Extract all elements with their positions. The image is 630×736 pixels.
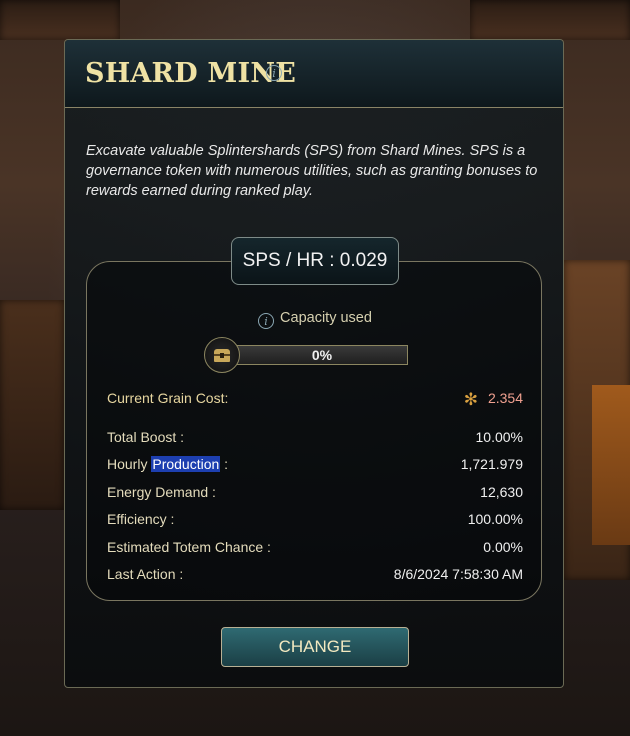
stat-value: 12,630 bbox=[480, 484, 523, 500]
capacity-progress: 0% bbox=[204, 337, 410, 373]
stat-label: Hourly Production : bbox=[107, 456, 229, 472]
panel-description: Excavate valuable Splintershards (SPS) f… bbox=[86, 143, 538, 199]
highlighted-text: Production bbox=[151, 456, 221, 472]
stat-label: Energy Demand : bbox=[107, 484, 216, 500]
panel-title: SHARD MINE bbox=[85, 58, 296, 89]
background-beam-right bbox=[470, 0, 630, 40]
capacity-percent: 0% bbox=[311, 347, 333, 363]
stat-label: Efficiency : bbox=[107, 511, 175, 527]
stat-row-hourly-production: Hourly Production : 1,721.979 bbox=[107, 456, 523, 476]
stat-row-energy-demand: Energy Demand : 12,630 bbox=[107, 484, 523, 504]
stat-row-last-action: Last Action : 8/6/2024 7:58:30 AM bbox=[107, 566, 523, 586]
stat-value: 0.00% bbox=[483, 539, 523, 555]
stat-row-efficiency: Efficiency : 100.00% bbox=[107, 511, 523, 531]
capacity-label-row: i Capacity used bbox=[65, 310, 565, 329]
sps-rate-badge: SPS / HR : 0.029 bbox=[231, 237, 399, 285]
info-icon[interactable]: i bbox=[266, 65, 282, 81]
change-button[interactable]: CHANGE bbox=[221, 627, 409, 667]
grain-cost-row: Current Grain Cost: ✻ 2.354 bbox=[107, 390, 523, 410]
stat-row-total-boost: Total Boost : 10.00% bbox=[107, 429, 523, 449]
background-crate-orange bbox=[592, 385, 630, 545]
stat-value: 1,721.979 bbox=[460, 456, 523, 472]
stat-label: Estimated Totem Chance : bbox=[107, 539, 271, 555]
grain-cost-label: Current Grain Cost: bbox=[107, 390, 229, 406]
capacity-info-icon[interactable]: i bbox=[258, 313, 275, 329]
shard-mine-panel: SHARD MINE i Excavate valuable Splinters… bbox=[64, 39, 564, 688]
stat-row-totem-chance: Estimated Totem Chance : 0.00% bbox=[107, 539, 523, 559]
treasure-chest-icon bbox=[204, 337, 240, 373]
stat-label: Last Action : bbox=[107, 566, 184, 582]
background-crate-left bbox=[0, 300, 64, 510]
title-bar: SHARD MINE i bbox=[65, 40, 563, 108]
wheat-icon: ✻ bbox=[463, 390, 478, 409]
stat-value: 100.00% bbox=[467, 511, 523, 527]
capacity-label: Capacity used bbox=[280, 310, 372, 326]
grain-cost-value: 2.354 bbox=[487, 390, 523, 406]
stat-value: 8/6/2024 7:58:30 AM bbox=[393, 566, 523, 582]
stat-label: Total Boost : bbox=[107, 429, 185, 445]
background-beam-left bbox=[0, 0, 120, 40]
capacity-bar: 0% bbox=[236, 345, 408, 365]
stat-value: 10.00% bbox=[475, 429, 523, 445]
